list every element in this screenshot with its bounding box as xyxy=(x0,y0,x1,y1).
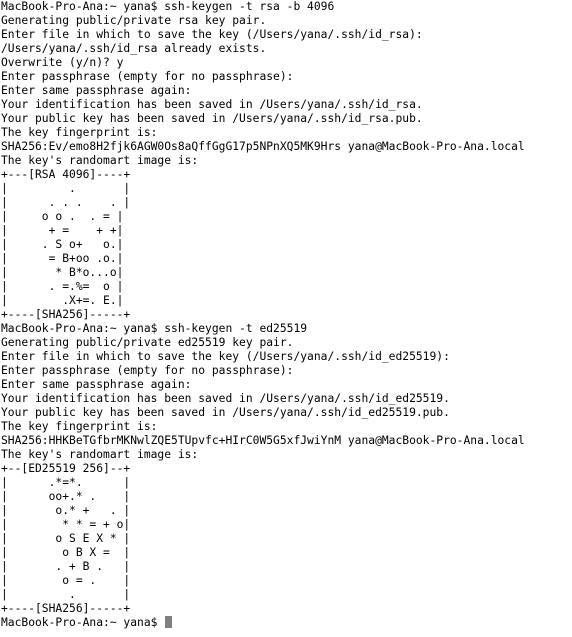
randomart-line: | .*=*. | xyxy=(1,476,131,489)
randomart-line: +----[SHA256]-----+ xyxy=(1,308,131,321)
terminal-line: The key's randomart image is: xyxy=(1,448,199,461)
text-cursor xyxy=(165,616,173,628)
randomart-line: | o B X = | xyxy=(1,546,131,559)
terminal-line: The key fingerprint is: xyxy=(1,126,158,139)
terminal-line: Enter same passphrase again: xyxy=(1,378,192,391)
prompt-line[interactable]: MacBook-Pro-Ana:~ yana$ xyxy=(1,616,572,630)
randomart-line: +---[RSA 4096]----+ xyxy=(1,168,131,181)
randomart-line: +--[ED25519 256]--+ xyxy=(1,462,131,475)
terminal-line: Your public key has been saved in /Users… xyxy=(1,112,423,125)
randomart-line: | o S E X * | xyxy=(1,532,131,545)
randomart-line: +----[SHA256]-----+ xyxy=(1,602,131,615)
randomart-line: | * * = + o| xyxy=(1,518,131,531)
randomart-line: | . =.%= o | xyxy=(1,280,124,293)
randomart-line: | o = . | xyxy=(1,574,131,587)
terminal-line: SHA256:HHKBeTGfbrMKNwlZQE5TUpvfc+HIrC0W5… xyxy=(1,434,525,447)
terminal-line: MacBook-Pro-Ana:~ yana$ ssh-keygen -t ed… xyxy=(1,322,308,335)
randomart-line: | . + B . | xyxy=(1,560,131,573)
terminal-line: Enter file in which to save the key (/Us… xyxy=(1,350,450,363)
terminal-line: Enter file in which to save the key (/Us… xyxy=(1,28,423,41)
prompt-text: MacBook-Pro-Ana:~ yana$ xyxy=(1,616,165,629)
randomart-line: | + = + +| xyxy=(1,224,124,237)
terminal-line: Your public key has been saved in /Users… xyxy=(1,406,450,419)
terminal-line: SHA256:Ev/emo8H2fjk6AGW0Os8aQffGgG17p5NP… xyxy=(1,140,525,153)
terminal-line: Enter passphrase (empty for no passphras… xyxy=(1,364,294,377)
terminal-line: Generating public/private ed25519 key pa… xyxy=(1,336,294,349)
randomart-line: | oo+.* . | xyxy=(1,490,131,503)
terminal-line: Your identification has been saved in /U… xyxy=(1,98,423,111)
terminal-line: /Users/yana/.ssh/id_rsa already exists. xyxy=(1,42,267,55)
randomart-line: | * B*o...o| xyxy=(1,266,124,279)
randomart-line: | o o . . = | xyxy=(1,210,124,223)
terminal-line: The key fingerprint is: xyxy=(1,420,158,433)
terminal-line: MacBook-Pro-Ana:~ yana$ ssh-keygen -t rs… xyxy=(1,0,335,13)
terminal-line: Overwrite (y/n)? y xyxy=(1,56,124,69)
terminal-line: The key's randomart image is: xyxy=(1,154,199,167)
terminal-line: Your identification has been saved in /U… xyxy=(1,392,450,405)
randomart-line: | o.* + . | xyxy=(1,504,131,517)
randomart-line: | . | xyxy=(1,588,131,601)
terminal-window[interactable]: MacBook-Pro-Ana:~ yana$ ssh-keygen -t rs… xyxy=(0,0,572,637)
terminal-line: Enter same passphrase again: xyxy=(1,84,192,97)
randomart-line: | . S o+ o.| xyxy=(1,238,124,251)
randomart-line: | .X+=. E.| xyxy=(1,294,124,307)
randomart-line: | = B+oo .o.| xyxy=(1,252,124,265)
terminal-line: Generating public/private rsa key pair. xyxy=(1,14,267,27)
randomart-line: | . . . . | xyxy=(1,196,131,209)
randomart-line: | . | xyxy=(1,182,131,195)
terminal-line: Enter passphrase (empty for no passphras… xyxy=(1,70,294,83)
